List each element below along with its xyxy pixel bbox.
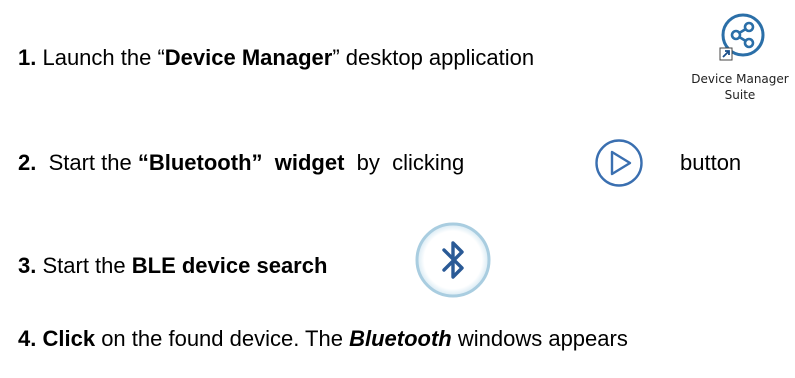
step-3-number: 3. xyxy=(18,253,37,278)
step-2-text-after: by clicking xyxy=(344,150,465,175)
shortcut-caption: Device Manager Suite xyxy=(691,72,789,102)
step-3-action: BLE device search xyxy=(131,253,328,278)
step-1-app-name: Device Manager xyxy=(164,45,333,70)
step-3-text: Start the xyxy=(36,253,132,278)
step-2: 2. Start the “Bluetooth” widget by click… xyxy=(18,150,464,176)
step-4-click: Click xyxy=(42,326,96,351)
step-1: 1. Launch the “Device Manager” desktop a… xyxy=(18,45,534,71)
share-icon xyxy=(719,13,765,61)
step-1-number: 1. xyxy=(18,45,37,70)
step-4-window-name: Bluetooth xyxy=(349,326,452,351)
step-2-widget-name: “Bluetooth” widget xyxy=(137,150,345,175)
step-4-text-after: windows appears xyxy=(451,326,628,351)
device-manager-shortcut[interactable]: Device Manager Suite xyxy=(686,8,794,108)
step-4-text: on the found device. The xyxy=(95,326,350,351)
play-icon xyxy=(595,139,643,187)
step-1-text-after: ” desktop application xyxy=(332,45,535,70)
play-button[interactable] xyxy=(593,137,645,189)
step-2-trailing-text: button xyxy=(680,150,742,175)
step-4: 4. Click on the found device. The Blueto… xyxy=(18,326,628,352)
step-3: 3. Start the BLE device search xyxy=(18,253,327,279)
step-2-text: Start the xyxy=(36,150,138,175)
ble-search-button[interactable] xyxy=(414,221,492,299)
step-1-text: Launch the “ xyxy=(36,45,165,70)
step-4-number: 4. xyxy=(18,326,37,351)
step-2-number: 2. xyxy=(18,150,37,175)
